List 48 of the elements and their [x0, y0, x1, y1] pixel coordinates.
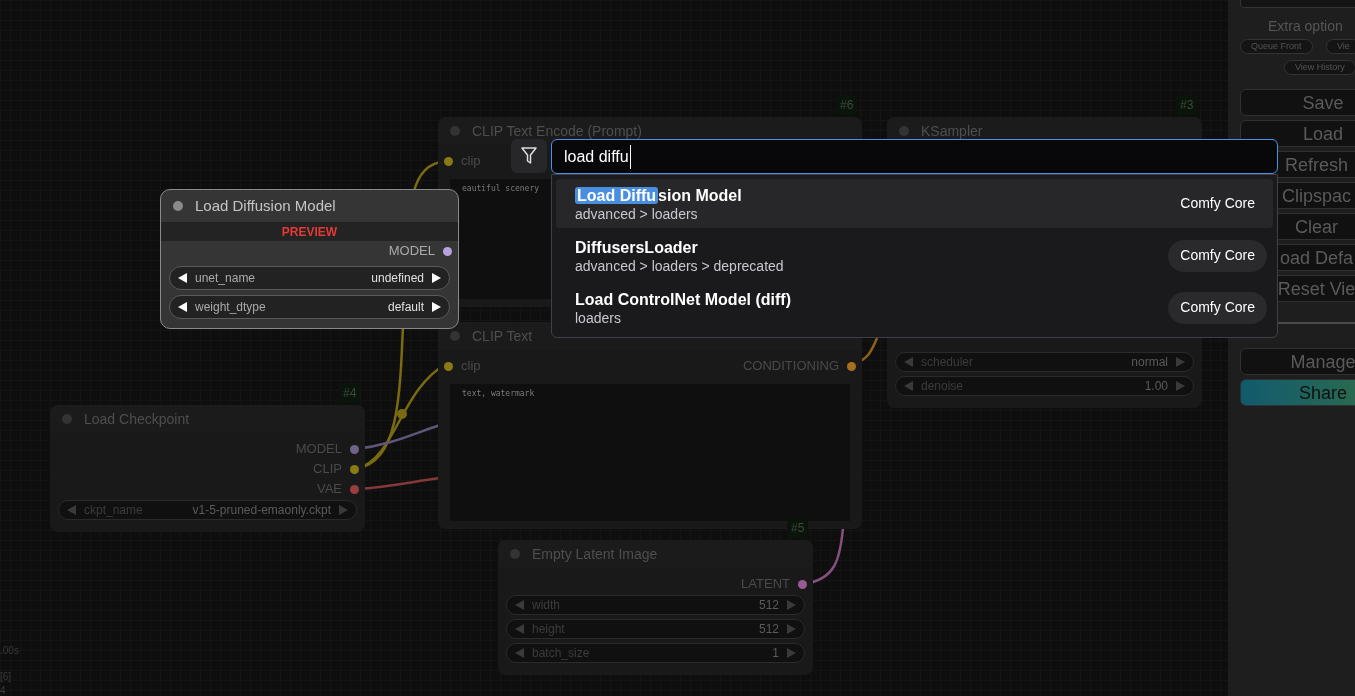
- widget-value: default: [387, 299, 424, 316]
- combo-widget[interactable]: unet_name undefined: [169, 266, 450, 290]
- left-arrow-icon[interactable]: [178, 302, 187, 312]
- widget-value: 1: [772, 645, 779, 662]
- menu-button[interactable]: Manage: [1240, 348, 1355, 375]
- source-label: Comfy Core: [1168, 239, 1267, 272]
- slot-label: MODEL: [388, 242, 435, 261]
- menu-button[interactable]: Load: [1240, 120, 1355, 147]
- widget-value: v1-5-pruned-emaonly.ckpt: [192, 502, 331, 519]
- input-socket[interactable]: [444, 156, 453, 166]
- result-title: Load ControlNet Model (diff): [575, 289, 791, 310]
- widget-value: 512: [758, 597, 779, 614]
- widget-value: normal: [1131, 354, 1168, 371]
- result-title: Load Diffu sion Model: [575, 185, 742, 206]
- right-arrow-icon[interactable]: [432, 302, 441, 312]
- left-arrow-icon[interactable]: [178, 273, 187, 283]
- output-socket[interactable]: [350, 444, 359, 454]
- menu-button[interactable]: Save: [1240, 89, 1355, 116]
- prompt-text-area[interactable]: text, watermark: [450, 384, 850, 521]
- widget-value: 1.00: [1144, 378, 1168, 395]
- result-title: DiffusersLoader: [575, 237, 699, 258]
- preview-banner: PREVIEW: [161, 222, 458, 241]
- option-button[interactable]: View History: [1284, 60, 1355, 75]
- output-socket[interactable]: [798, 579, 807, 589]
- right-arrow-icon[interactable]: [432, 273, 441, 283]
- reroute-dot[interactable]: [397, 409, 407, 419]
- search-field[interactable]: load diffu: [551, 139, 1278, 174]
- combo-widget[interactable]: weight_dtype default: [169, 295, 450, 319]
- widget-value: undefined: [371, 270, 424, 287]
- result-category: advanced > loaders > deprecated: [575, 257, 784, 274]
- search-result-item[interactable]: Load Diffu sion Model advanced > loaders Comfy Core: [556, 179, 1273, 228]
- output-socket[interactable]: [847, 361, 856, 371]
- search-result-item[interactable]: DiffusersLoader advanced > loaders > deprecated Comfy Core: [556, 231, 1273, 280]
- filter-button[interactable]: [511, 139, 547, 173]
- filter-icon: [521, 147, 537, 165]
- widget-label: unet_name: [195, 270, 257, 287]
- menu-button[interactable]: Share: [1240, 379, 1355, 406]
- source-label: Comfy Core: [1179, 194, 1256, 213]
- output-socket[interactable]: [350, 484, 359, 494]
- output-socket[interactable]: [443, 246, 452, 256]
- node-title: Load Diffusion Model: [195, 195, 336, 216]
- input-socket[interactable]: [444, 361, 453, 371]
- search-input-text: load diffu: [564, 144, 631, 169]
- source-label: Comfy Core: [1168, 291, 1267, 324]
- result-category: advanced > loaders: [575, 205, 699, 222]
- widget-value: 512: [758, 621, 779, 638]
- widget-label: weight_dtype: [195, 299, 267, 316]
- output-socket[interactable]: [350, 464, 359, 474]
